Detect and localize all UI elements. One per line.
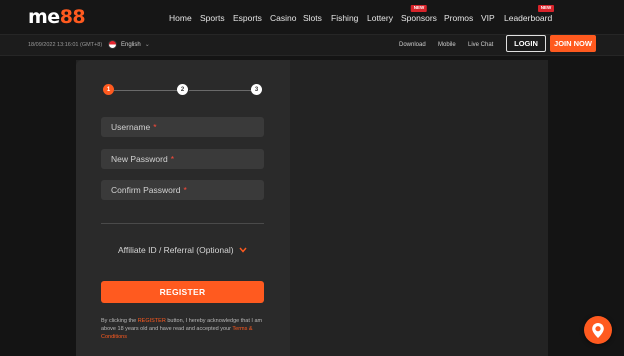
step-connector	[189, 90, 253, 91]
step-3: 3	[251, 84, 262, 95]
new-badge: NEW	[537, 5, 555, 12]
new-badge: NEW	[410, 5, 428, 12]
top-navigation: me88 Home Sports Esports Casino Slots Fi…	[0, 0, 624, 34]
language-label: English	[121, 41, 141, 48]
step-2: 2	[177, 84, 188, 95]
step-connector	[114, 90, 180, 91]
support-button[interactable]	[584, 316, 612, 344]
logo[interactable]: me88	[28, 6, 86, 28]
nav-item-esports[interactable]: Esports	[233, 13, 262, 23]
nav-item-promos[interactable]: Promos	[444, 13, 473, 23]
confirm-password-placeholder: Confirm Password	[111, 185, 181, 195]
confirm-password-field[interactable]: Confirm Password *	[101, 180, 264, 200]
username-field[interactable]: Username *	[101, 117, 264, 137]
username-placeholder: Username	[111, 122, 151, 132]
affiliate-toggle[interactable]: Affiliate ID / Referral (Optional)	[118, 245, 247, 255]
login-button[interactable]: LOGIN	[506, 35, 546, 52]
required-mark: *	[183, 185, 187, 195]
divider	[101, 223, 264, 224]
nav-item-leaderboard[interactable]: Leaderboard NEW	[504, 5, 555, 23]
register-stepper: 1 2 3	[103, 84, 263, 96]
consent-text: By clicking the REGISTER button, I hereb…	[101, 317, 271, 341]
affiliate-label: Affiliate ID / Referral (Optional)	[118, 245, 234, 255]
nav-item-vip[interactable]: VIP	[481, 13, 495, 23]
download-link[interactable]: Download	[399, 42, 426, 48]
nav-item-leaderboard-label: Leaderboard	[504, 13, 553, 23]
required-mark: *	[170, 154, 174, 164]
nav-item-sponsors-label: Sponsors	[401, 13, 437, 23]
nav-item-lottery[interactable]: Lottery	[367, 13, 393, 23]
required-mark: *	[153, 122, 157, 132]
nav-item-sports[interactable]: Sports	[200, 13, 225, 23]
mobile-link[interactable]: Mobile	[438, 42, 456, 48]
chevron-down-icon	[239, 246, 247, 255]
new-password-field[interactable]: New Password *	[101, 149, 264, 169]
nav-item-sponsors[interactable]: Sponsors NEW	[401, 5, 437, 23]
register-form-panel	[76, 60, 290, 356]
register-button[interactable]: REGISTER	[101, 281, 264, 303]
language-selector[interactable]: English ⌄	[108, 40, 150, 49]
join-now-button[interactable]: JOIN NOW	[550, 35, 596, 52]
nav-item-slots[interactable]: Slots	[303, 13, 322, 23]
step-1: 1	[103, 84, 114, 95]
nav-item-fishing[interactable]: Fishing	[331, 13, 358, 23]
consent-part1: By clicking the	[101, 318, 138, 324]
support-location-icon	[592, 322, 604, 338]
chevron-down-icon: ⌄	[144, 42, 150, 48]
datetime: 18/09/2022 13:16:01 (GMT+8)	[28, 42, 103, 48]
singapore-flag-icon	[108, 40, 117, 49]
nav-item-home[interactable]: Home	[169, 13, 192, 23]
consent-register-highlight: REGISTER	[137, 318, 166, 324]
new-password-placeholder: New Password	[111, 154, 168, 164]
nav-item-casino[interactable]: Casino	[270, 13, 296, 23]
live-chat-link[interactable]: Live Chat	[468, 42, 493, 48]
